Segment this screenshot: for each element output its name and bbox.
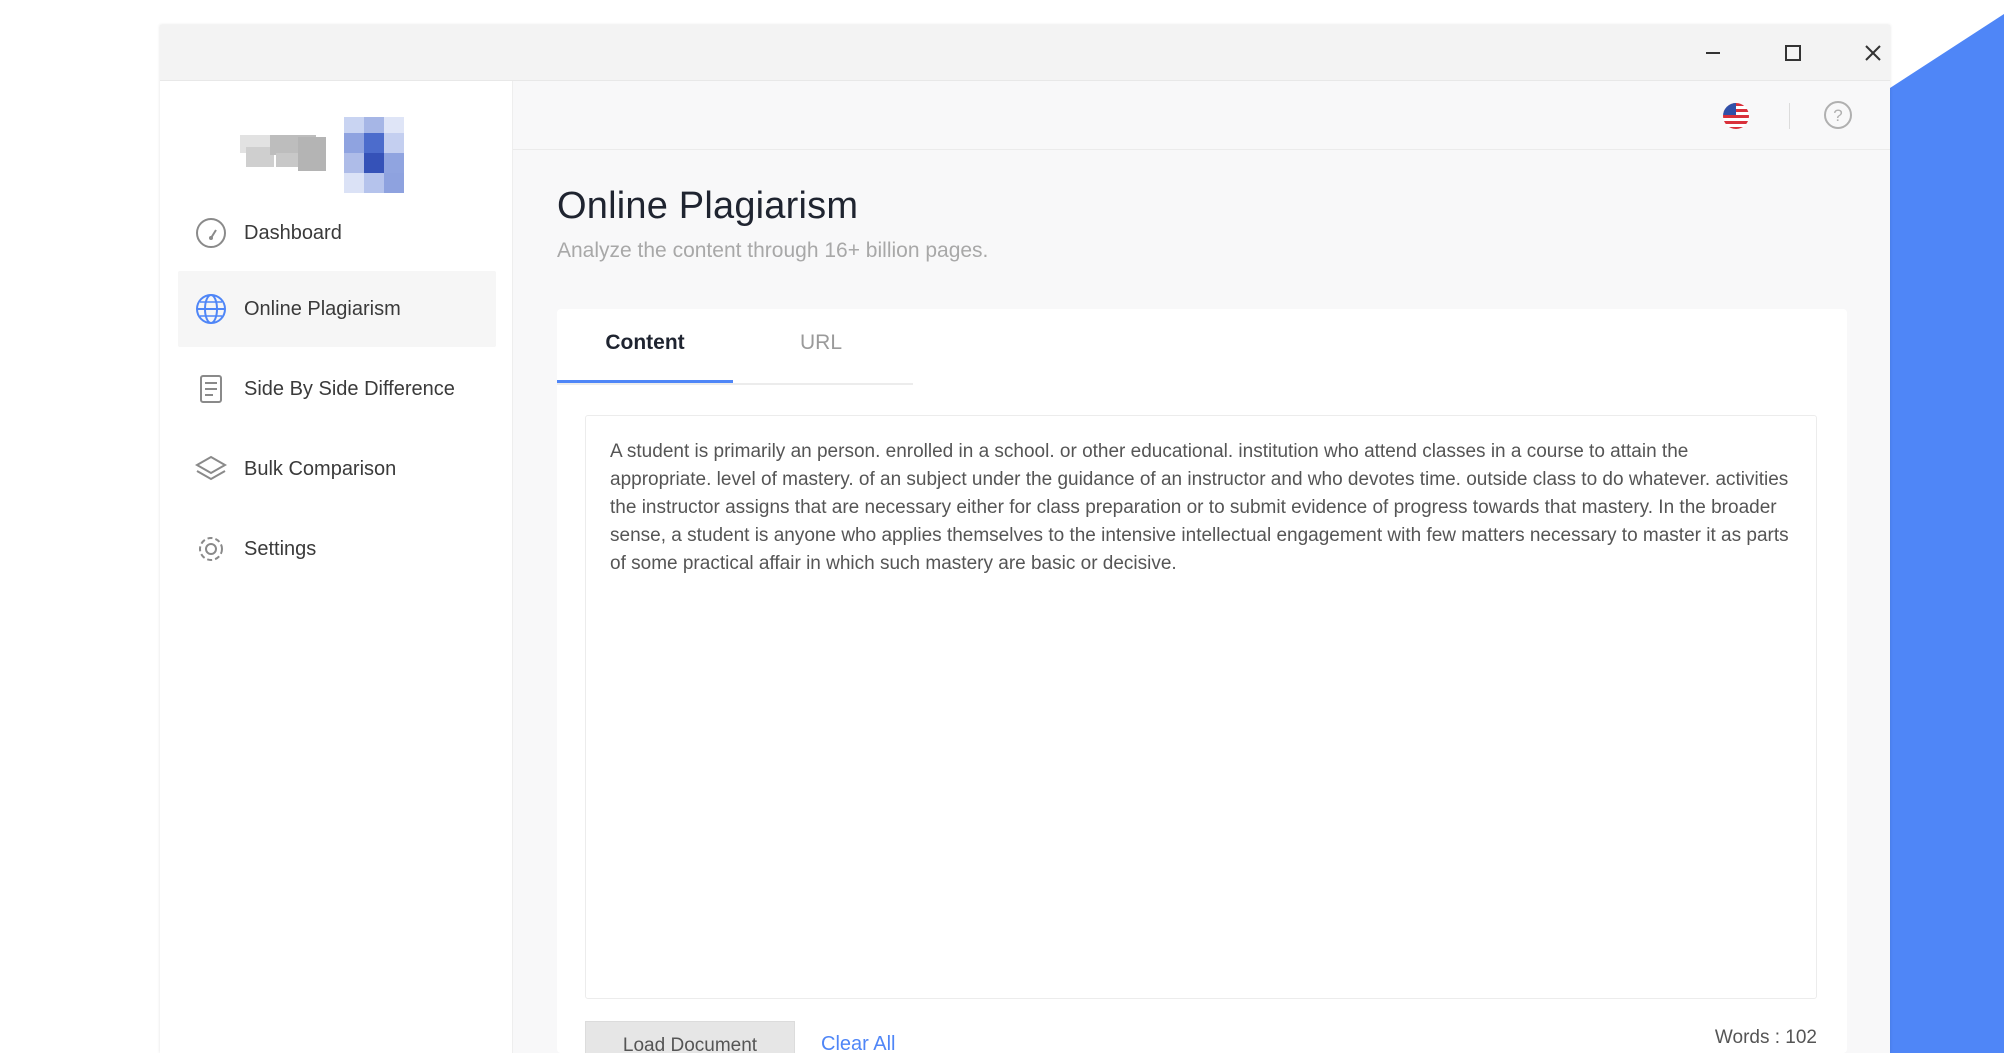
- layers-icon: [192, 450, 230, 488]
- title-bar: [160, 25, 1890, 81]
- content-card: Content URL A student is primarily an pe…: [557, 309, 1847, 1053]
- load-document-button[interactable]: Load Document: [585, 1021, 795, 1053]
- gear-icon: [192, 530, 230, 568]
- sidebar: Dashboard Online Plagiarism Side By Side…: [160, 81, 513, 1053]
- minimize-button[interactable]: [1688, 33, 1738, 73]
- sidebar-item-label: Dashboard: [244, 221, 342, 244]
- sidebar-item-label: Settings: [244, 537, 317, 560]
- close-icon: [1865, 45, 1881, 61]
- maximize-icon: [1785, 45, 1801, 61]
- tab-content[interactable]: Content: [557, 331, 733, 383]
- content-textarea[interactable]: A student is primarily an person. enroll…: [585, 415, 1817, 999]
- us-flag-icon[interactable]: [1721, 101, 1751, 131]
- sidebar-item-label: Online Plagiarism: [244, 297, 401, 320]
- help-icon[interactable]: ?: [1822, 99, 1854, 131]
- maximize-button[interactable]: [1768, 33, 1818, 73]
- close-button[interactable]: [1848, 33, 1890, 73]
- sidebar-item-bulk-comparison[interactable]: Bulk Comparison: [178, 431, 496, 507]
- sidebar-item-label: Bulk Comparison: [244, 457, 397, 480]
- svg-text:?: ?: [1833, 106, 1842, 125]
- toolbar-divider: [1789, 103, 1790, 129]
- page-subtitle: Analyze the content through 16+ billion …: [557, 239, 989, 262]
- top-toolbar: ?: [513, 81, 1890, 150]
- minimize-icon: [1706, 52, 1720, 54]
- sidebar-item-label: Side By Side Difference: [244, 377, 455, 400]
- clear-all-link[interactable]: Clear All: [821, 1033, 895, 1053]
- dashboard-gauge-icon: [192, 214, 230, 252]
- background-accent-shape: [1890, 14, 2004, 1053]
- globe-icon: [192, 290, 230, 328]
- sidebar-item-dashboard[interactable]: Dashboard: [178, 195, 496, 271]
- tab-url[interactable]: URL: [733, 331, 909, 381]
- main-content: ? Online Plagiarism Analyze the content …: [513, 81, 1890, 1053]
- tab-bar: Content URL: [557, 309, 913, 385]
- app-window: Dashboard Online Plagiarism Side By Side…: [160, 25, 1890, 1053]
- sidebar-item-side-by-side-difference[interactable]: Side By Side Difference: [178, 351, 496, 427]
- page-title: Online Plagiarism: [557, 185, 859, 227]
- word-count: Words : 102: [1714, 1027, 1817, 1048]
- document-icon: [192, 370, 230, 408]
- sidebar-item-settings[interactable]: Settings: [178, 511, 496, 587]
- app-logo: [240, 117, 404, 193]
- sidebar-item-online-plagiarism[interactable]: Online Plagiarism: [178, 271, 496, 347]
